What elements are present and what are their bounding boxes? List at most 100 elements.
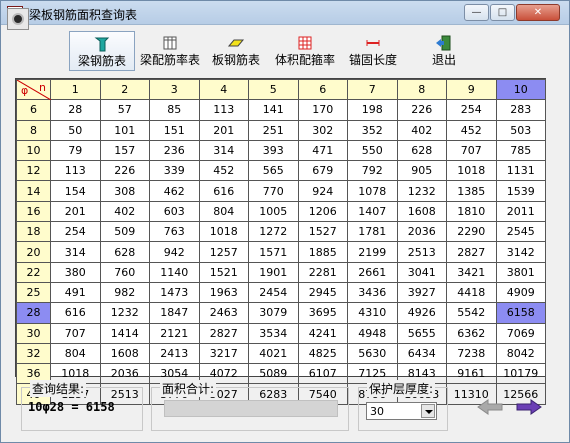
area-cell[interactable]: 226 (396, 99, 447, 121)
area-cell[interactable]: 679 (297, 160, 348, 182)
column-header[interactable]: 2 (99, 78, 150, 101)
next-arrow-icon[interactable] (515, 398, 543, 416)
area-cell[interactable]: 170 (297, 99, 348, 121)
area-cell[interactable]: 1005 (248, 200, 299, 223)
area-cell[interactable]: 763 (149, 221, 200, 243)
area-cell[interactable]: 760 (99, 261, 150, 283)
area-cell[interactable]: 308 (99, 180, 150, 202)
area-cell[interactable]: 1527 (297, 221, 348, 243)
area-cell[interactable]: 302 (297, 119, 348, 141)
column-header[interactable]: 1 (50, 78, 101, 101)
area-cell[interactable]: 198 (347, 99, 398, 121)
area-cell[interactable]: 2011 (495, 200, 546, 223)
area-cell[interactable]: 201 (198, 119, 249, 141)
area-cell[interactable]: 924 (297, 180, 348, 202)
area-cell[interactable]: 2827 (198, 322, 249, 344)
area-cell[interactable]: 2413 (149, 342, 200, 365)
area-cell[interactable]: 565 (248, 160, 299, 182)
area-cell[interactable]: 1571 (248, 241, 299, 263)
area-cell[interactable]: 452 (446, 119, 497, 141)
area-cell[interactable]: 2454 (248, 281, 299, 304)
area-cell[interactable]: 1407 (347, 200, 398, 223)
area-cell[interactable]: 3927 (396, 281, 447, 304)
maximize-button[interactable]: □ (490, 4, 515, 21)
area-cell[interactable]: 5655 (396, 322, 447, 344)
row-header-diameter[interactable]: 10 (16, 139, 51, 162)
area-cell[interactable]: 1885 (297, 241, 348, 263)
area-cell[interactable]: 2036 (99, 363, 150, 385)
area-cell[interactable]: 4825 (297, 342, 348, 365)
area-cell[interactable]: 1810 (446, 200, 497, 223)
area-cell[interactable]: 402 (99, 200, 150, 223)
area-cell[interactable]: 462 (149, 180, 200, 202)
area-cell[interactable]: 251 (248, 119, 299, 141)
area-cell[interactable]: 1078 (347, 180, 398, 202)
row-header-diameter[interactable]: 20 (16, 241, 51, 263)
area-cell[interactable]: 804 (198, 200, 249, 223)
cover-thickness-select[interactable]: 30 (366, 402, 437, 420)
row-header-diameter[interactable]: 14 (16, 180, 51, 202)
area-cell[interactable]: 1206 (297, 200, 348, 223)
area-cell[interactable]: 6158 (495, 302, 546, 324)
area-cell[interactable]: 1385 (446, 180, 497, 202)
column-header[interactable]: 3 (149, 78, 200, 101)
area-cell[interactable]: 4418 (446, 281, 497, 304)
area-cell[interactable]: 2827 (446, 241, 497, 263)
column-header[interactable]: 6 (297, 78, 348, 101)
area-cell[interactable]: 4021 (248, 342, 299, 365)
area-cell[interactable]: 616 (50, 302, 101, 324)
area-cell[interactable]: 1608 (99, 342, 150, 365)
area-cell[interactable]: 201 (50, 200, 101, 223)
area-cell[interactable]: 1414 (99, 322, 150, 344)
area-cell[interactable]: 7238 (446, 342, 497, 365)
area-cell[interactable]: 9161 (446, 363, 497, 385)
area-cell[interactable]: 254 (50, 221, 101, 243)
area-cell[interactable]: 151 (149, 119, 200, 141)
area-cell[interactable]: 3695 (297, 302, 348, 324)
area-cell[interactable]: 2463 (198, 302, 249, 324)
area-cell[interactable]: 141 (248, 99, 299, 121)
area-cell[interactable]: 2945 (297, 281, 348, 304)
area-cell[interactable]: 804 (50, 342, 101, 365)
area-cell[interactable]: 2661 (347, 261, 398, 283)
area-cell[interactable]: 1232 (99, 302, 150, 324)
area-cell[interactable]: 8042 (495, 342, 546, 365)
area-cell[interactable]: 2121 (149, 322, 200, 344)
area-cell[interactable]: 50 (50, 119, 101, 141)
area-cell[interactable]: 616 (198, 180, 249, 202)
column-header[interactable]: 7 (347, 78, 398, 101)
row-header-diameter[interactable]: 6 (16, 99, 51, 121)
area-cell[interactable]: 226 (99, 160, 150, 182)
column-header[interactable]: 10 (495, 78, 546, 101)
area-cell[interactable]: 2513 (396, 241, 447, 263)
area-cell[interactable]: 1901 (248, 261, 299, 283)
row-header-diameter[interactable]: 28 (16, 302, 51, 324)
row-header-diameter[interactable]: 22 (16, 261, 51, 283)
area-cell[interactable]: 509 (99, 221, 150, 243)
area-cell[interactable]: 6434 (396, 342, 447, 365)
column-header[interactable]: 8 (396, 78, 447, 101)
area-cell[interactable]: 2036 (396, 221, 447, 243)
area-cell[interactable]: 792 (347, 160, 398, 182)
area-cell[interactable]: 1963 (198, 281, 249, 304)
area-cell[interactable]: 113 (50, 160, 101, 182)
area-cell[interactable]: 1232 (396, 180, 447, 202)
area-cell[interactable]: 314 (50, 241, 101, 263)
area-cell[interactable]: 1781 (347, 221, 398, 243)
area-cell[interactable]: 707 (446, 139, 497, 162)
area-cell[interactable]: 1473 (149, 281, 200, 304)
area-cell[interactable]: 7069 (495, 322, 546, 344)
row-header-diameter[interactable]: 32 (16, 342, 51, 365)
prev-arrow-icon[interactable] (476, 398, 504, 416)
area-cell[interactable]: 2545 (495, 221, 546, 243)
area-cell[interactable]: 3421 (446, 261, 497, 283)
area-cell[interactable]: 5089 (248, 363, 299, 385)
area-cell[interactable]: 57 (99, 99, 150, 121)
area-cell[interactable]: 4909 (495, 281, 546, 304)
area-cell[interactable]: 339 (149, 160, 200, 182)
area-cell[interactable]: 628 (99, 241, 150, 263)
area-cell[interactable]: 79 (50, 139, 101, 162)
row-header-diameter[interactable]: 16 (16, 200, 51, 223)
column-header[interactable]: 9 (446, 78, 497, 101)
tab-anchor-length[interactable]: 锚固长度 (343, 31, 403, 71)
